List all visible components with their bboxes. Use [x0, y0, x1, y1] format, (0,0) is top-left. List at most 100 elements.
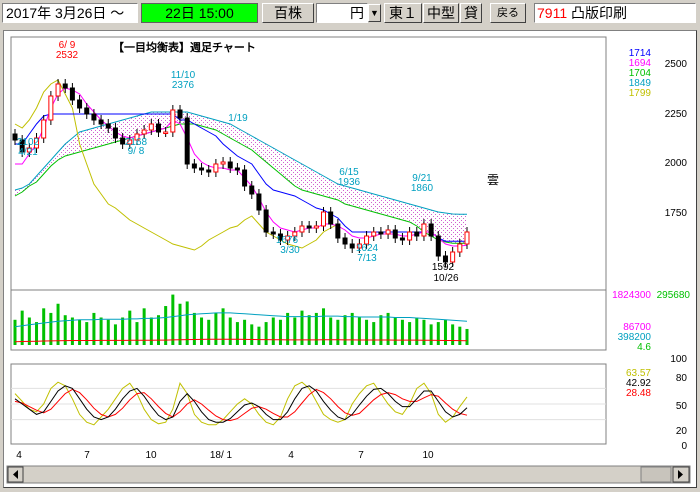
candle-body — [263, 209, 269, 233]
volume-bar — [408, 322, 412, 345]
candle-body — [234, 167, 240, 171]
currency-select[interactable]: 円 — [316, 3, 368, 23]
volume-bar — [422, 319, 426, 345]
company-name: 凸版印刷 — [571, 5, 627, 21]
candle-body — [227, 161, 233, 169]
candle-body — [328, 211, 334, 225]
candle-body — [48, 95, 54, 121]
x-axis-label: 18/ 1 — [210, 450, 233, 461]
volume-bar — [192, 312, 196, 345]
tenkan-sen-line — [15, 87, 468, 247]
volume-bar — [329, 317, 333, 345]
scroll-thumb[interactable] — [640, 466, 672, 483]
candle-body — [421, 223, 427, 237]
price-annotation: 2376 — [172, 80, 195, 91]
volume-bar — [42, 308, 46, 345]
volume-bar — [257, 326, 261, 345]
chart-area[interactable]: 【一目均衡表】週足チャート 雲 2500 2250 2000 1750 100 80 50 2… — [3, 30, 697, 488]
candle-body — [177, 109, 183, 119]
volume-bar — [113, 324, 117, 345]
volume-bar — [458, 326, 462, 345]
candle-body — [148, 123, 154, 131]
ichimoku-chart[interactable]: 【一目均衡表】週足チャート 雲 250022502000175010080502… — [4, 31, 696, 487]
price-annotation: 1860 — [411, 183, 434, 194]
chart-title: 【一目均衡表】週足チャート — [113, 40, 256, 54]
candle-body — [407, 231, 413, 241]
ticker-field[interactable]: 7911 凸版印刷 — [534, 3, 696, 23]
volume-label-right: 295680 — [657, 290, 691, 301]
candle-body — [256, 193, 262, 211]
candle-body — [41, 119, 47, 139]
candle-body — [141, 129, 147, 135]
volume-bar — [214, 312, 218, 345]
volume-ma-line — [14, 312, 468, 328]
volume-label-left: 1824300 — [612, 290, 651, 301]
volume-bar — [264, 322, 268, 345]
volume-bar — [451, 324, 455, 345]
back-button[interactable]: 戻る — [490, 3, 526, 23]
candle-body — [335, 223, 341, 239]
candle-body — [220, 161, 226, 165]
unit-button[interactable]: 百株 — [262, 3, 314, 23]
candle-body — [414, 231, 420, 237]
candle-body — [206, 169, 212, 173]
volume-bar — [415, 317, 419, 345]
oscillator-value: 28.48 — [626, 388, 651, 399]
oscillator-axis-label: 50 — [676, 401, 688, 412]
volume-bar — [142, 308, 146, 345]
volume-bar — [379, 315, 383, 345]
candle-body — [349, 243, 355, 249]
candle-body — [306, 225, 312, 229]
candle-body — [428, 223, 434, 237]
x-axis-label: 7 — [358, 450, 364, 461]
candle-body — [457, 243, 463, 253]
candle-body — [84, 107, 90, 115]
oscillator-lines — [11, 381, 606, 426]
volume-bar — [400, 319, 404, 345]
candle-body — [399, 237, 405, 241]
volume-bar — [56, 303, 60, 345]
x-axis-label: 7 — [84, 450, 90, 461]
price-axis-label: 2500 — [665, 59, 688, 70]
candle-body — [98, 119, 104, 125]
volume-bar — [228, 317, 232, 345]
candle-body — [313, 225, 319, 229]
price-annotation: 1/19 — [228, 113, 248, 124]
volume-bar — [243, 319, 247, 345]
currency-dropdown-icon[interactable]: ▼ — [368, 4, 381, 22]
price-axis-label: 1750 — [665, 208, 688, 219]
price-annotation: 10/26 — [433, 273, 458, 284]
volume-bar — [164, 306, 168, 345]
oscillator-slow-line — [14, 388, 468, 422]
volume-bar — [293, 317, 297, 345]
candlesticks — [12, 79, 470, 267]
candle-body — [77, 99, 83, 109]
candle-body — [55, 83, 61, 97]
volume-bar — [278, 319, 282, 345]
volume-bar — [465, 328, 469, 345]
price-annotation: 7/13 — [357, 253, 377, 264]
legend-value: 1799 — [629, 88, 652, 99]
volume-bar — [343, 315, 347, 345]
oscillator-axis-label: 80 — [676, 373, 688, 384]
volume-bar — [336, 319, 340, 345]
candle-body — [371, 231, 377, 237]
volume-bar — [250, 324, 254, 345]
market-label: 東１ — [384, 3, 422, 23]
candle-body — [342, 237, 348, 245]
price-annotation: 4/21 — [18, 147, 38, 158]
candle-body — [242, 169, 248, 187]
candle-body — [163, 131, 169, 134]
volume-bar — [135, 322, 139, 345]
price-annotation: 1592 — [432, 262, 455, 273]
candle-body — [249, 185, 255, 195]
x-axis-label: 10 — [145, 450, 157, 461]
size-class-label: 中型 — [423, 3, 459, 23]
price-annotations: 6/ 9253211/10237621024/2121689/ 81/196/1… — [17, 40, 459, 284]
indicator-lines — [14, 79, 468, 251]
horizontal-scrollbar[interactable] — [6, 465, 691, 484]
current-time-display: 22日 15:00 — [141, 3, 258, 23]
volume-bar — [178, 303, 182, 345]
date-range-field[interactable]: 2017年 3月26日 ～ — [2, 3, 138, 23]
price-annotation: 9/ 8 — [128, 146, 145, 157]
